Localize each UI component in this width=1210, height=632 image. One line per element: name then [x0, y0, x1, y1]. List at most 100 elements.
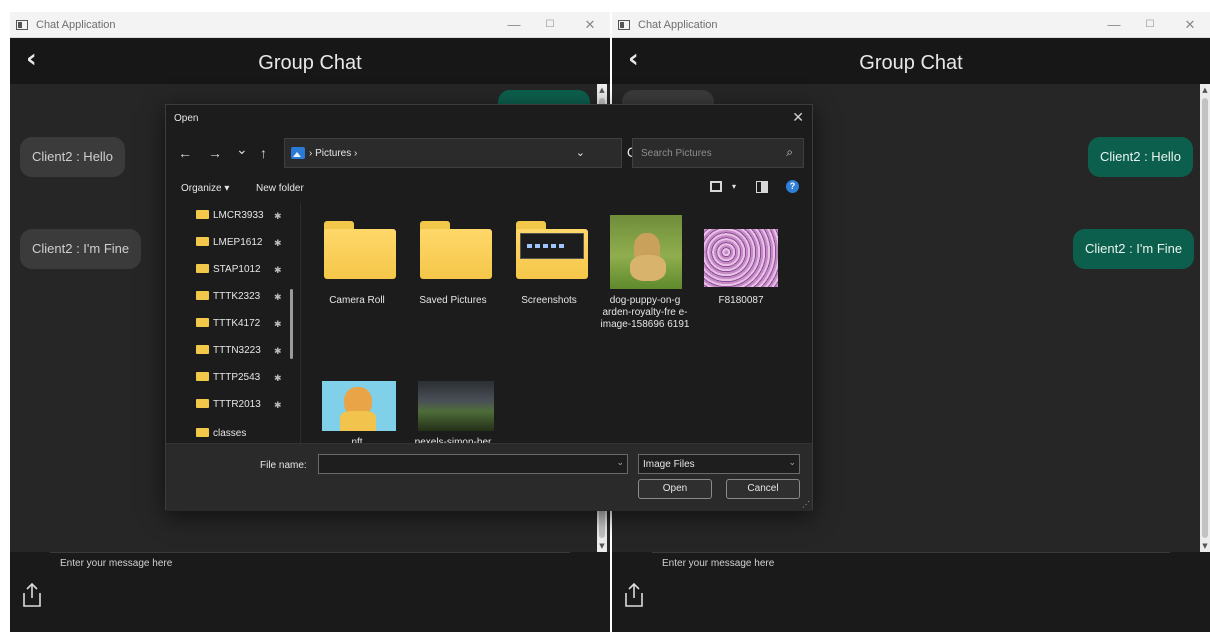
message-composer: Enter your message here — [10, 552, 610, 632]
message-composer: Enter your message here — [612, 552, 1210, 632]
navigation-bar: ← → ⌄ ↑ › Pictures › ⌄ C Search Pictures… — [166, 135, 812, 175]
chevron-down-icon[interactable]: ⌄ — [576, 146, 585, 159]
breadcrumb[interactable]: › Pictures › — [309, 148, 357, 159]
file-item-label: Screenshots — [521, 295, 577, 306]
scroll-up-icon[interactable]: ▲ — [1200, 86, 1210, 94]
file-name-input[interactable]: ⌄ — [318, 454, 628, 474]
up-arrow-icon[interactable]: ↑ — [260, 145, 267, 161]
chevron-down-icon[interactable]: ▾ — [732, 182, 736, 191]
chevron-down-icon[interactable]: ⌄ — [788, 457, 796, 468]
nav-item-classes[interactable]: classes — [196, 425, 246, 443]
folder-icon — [516, 221, 588, 279]
window-title: Chat Application — [638, 19, 718, 31]
pin-icon: ✱ — [274, 292, 282, 302]
file-name-label: File name: — [260, 460, 307, 471]
file-item-label: Camera Roll — [329, 295, 385, 306]
chat-scrollbar[interactable]: ▲ ▼ — [1200, 84, 1210, 552]
window-title: Chat Application — [36, 19, 116, 31]
share-icon[interactable] — [20, 582, 44, 608]
nav-item-label: LMCR3933 — [213, 210, 264, 221]
nav-item-lmcr3933[interactable]: LMCR3933 ✱ — [196, 207, 282, 225]
pane-divider[interactable] — [300, 203, 301, 443]
minimize-button[interactable]: — — [504, 16, 524, 34]
close-button[interactable]: ✕ — [1180, 16, 1200, 34]
page-title: Group Chat — [859, 52, 963, 74]
folder-icon — [196, 210, 209, 219]
view-icon[interactable] — [710, 181, 722, 192]
navigation-pane[interactable]: LMCR3933 ✱ LMEP1612 ✱ STAP1012 ✱ TTTK2323 ✱ … — [166, 203, 300, 443]
screenshot-preview — [520, 233, 584, 259]
open-file-dialog: Open ✕ ← → ⌄ ↑ › Pictures › ⌄ C Search P… — [165, 104, 813, 511]
chat-header: ‹ Group Chat — [10, 38, 610, 84]
nav-item-tttk4172[interactable]: TTTK4172 ✱ — [196, 315, 282, 333]
folder-icon — [324, 221, 396, 279]
preview-pane-icon[interactable] — [756, 181, 768, 193]
image-thumbnail — [322, 381, 396, 431]
nav-item-tttk2323[interactable]: TTTK2323 ✱ — [196, 288, 282, 306]
maximize-button[interactable]: ☐ — [540, 16, 560, 34]
scroll-thumb[interactable] — [1202, 98, 1208, 538]
message-input[interactable]: Enter your message here — [60, 558, 172, 569]
help-icon[interactable]: ? — [786, 180, 799, 193]
new-folder-button[interactable]: New folder — [256, 183, 304, 194]
folder-icon — [196, 345, 209, 354]
file-list: Camera Roll Saved Pictures Screenshots d… — [302, 203, 812, 443]
folder-icon — [196, 372, 209, 381]
folder-icon — [420, 221, 492, 279]
search-icon[interactable]: ⌕ — [786, 145, 793, 160]
resize-grip-icon[interactable]: ⋰ — [802, 500, 810, 509]
nav-item-label: TTTR2013 — [213, 399, 261, 410]
forward-arrow-icon[interactable]: → — [208, 145, 222, 161]
maximize-button[interactable]: ☐ — [1140, 16, 1160, 34]
pin-icon: ✱ — [274, 373, 282, 383]
nav-scrollbar[interactable] — [290, 289, 293, 359]
nav-item-tttp2543[interactable]: TTTP2543 ✱ — [196, 369, 282, 387]
image-thumbnail — [418, 381, 494, 431]
nav-item-label: TTTP2543 — [213, 372, 261, 383]
image-thumbnail — [610, 215, 682, 289]
app-icon — [618, 20, 630, 30]
nav-item-label: classes — [213, 428, 247, 439]
open-button[interactable]: Open — [638, 479, 712, 499]
nav-item-stap1012[interactable]: STAP1012 ✱ — [196, 261, 282, 279]
organize-menu[interactable]: Organize ▾ — [181, 183, 229, 194]
chevron-down-icon[interactable]: ⌄ — [616, 457, 624, 468]
file-type-select[interactable]: Image Files ⌄ — [638, 454, 800, 474]
nav-item-tttr2013[interactable]: TTTR2013 ✱ — [196, 396, 282, 414]
nav-item-lmep1612[interactable]: LMEP1612 ✱ — [196, 234, 282, 252]
cancel-button[interactable]: Cancel — [726, 479, 800, 499]
message-input[interactable]: Enter your message here — [662, 558, 774, 569]
pin-icon: ✱ — [274, 265, 282, 275]
scroll-up-icon[interactable]: ▲ — [597, 86, 607, 94]
pin-icon: ✱ — [274, 400, 282, 410]
address-bar[interactable]: › Pictures › ⌄ C — [284, 138, 637, 168]
chat-header: ‹ Group Chat — [612, 38, 1210, 84]
nav-item-label: TTTK4172 — [213, 318, 261, 329]
folder-icon — [196, 399, 209, 408]
dialog-title: Open — [174, 113, 199, 124]
input-border — [652, 552, 1170, 553]
folder-icon — [196, 291, 209, 300]
folder-icon — [196, 318, 209, 327]
file-item-label: dog-puppy-on-g arden-royalty-fre e-image… — [600, 295, 690, 330]
file-type-value: Image Files — [643, 459, 695, 470]
pin-icon: ✱ — [274, 238, 282, 248]
close-icon[interactable]: ✕ — [792, 109, 804, 126]
pin-icon: ✱ — [274, 346, 282, 356]
folder-icon — [196, 264, 209, 273]
title-bar: Chat Application — ☐ ✕ — [10, 12, 610, 38]
recent-locations-icon[interactable]: ⌄ — [236, 141, 248, 158]
scroll-down-icon[interactable]: ▼ — [1200, 542, 1210, 550]
back-arrow-icon[interactable]: ← — [178, 145, 192, 161]
search-input[interactable]: Search Pictures ⌕ — [632, 138, 804, 168]
image-thumbnail — [704, 229, 778, 287]
dialog-toolbar: Organize ▾ New folder ▾ ? — [166, 177, 812, 201]
scroll-down-icon[interactable]: ▼ — [597, 542, 607, 550]
nav-item-label: LMEP1612 — [213, 237, 263, 248]
share-icon[interactable] — [622, 582, 646, 608]
nav-item-tttn3223[interactable]: TTTN3223 ✱ — [196, 342, 282, 360]
minimize-button[interactable]: — — [1104, 16, 1124, 34]
message-bubble: Client2 : Hello — [20, 137, 125, 177]
close-button[interactable]: ✕ — [580, 16, 600, 34]
pictures-icon — [291, 147, 305, 159]
